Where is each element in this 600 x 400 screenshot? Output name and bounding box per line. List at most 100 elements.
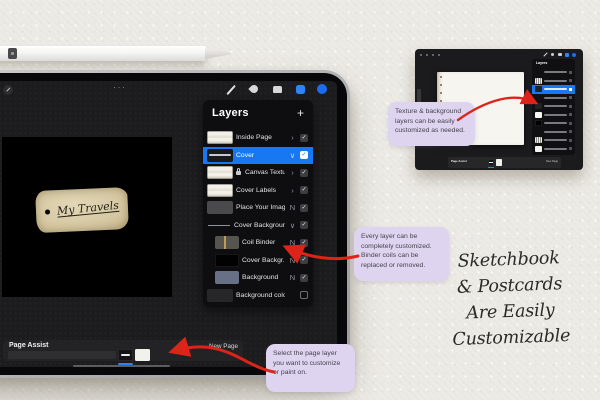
home-indicator[interactable] xyxy=(73,365,170,367)
layer-visibility-checkbox[interactable]: ✓ xyxy=(300,151,308,159)
layer-label: Canvas Texture xyxy=(245,169,285,176)
layer-thumbnail xyxy=(215,271,239,284)
layer-thumbnail xyxy=(215,236,239,249)
page-thumbnail-selected[interactable] xyxy=(118,349,133,361)
page-filmstrip[interactable] xyxy=(8,351,116,359)
layer-visibility-checkbox[interactable]: ✓ xyxy=(300,134,308,142)
smudge-tool-icon[interactable] xyxy=(248,83,259,94)
multitask-indicator-icon[interactable]: ··· xyxy=(113,82,127,92)
headline-line-4: Customizable xyxy=(429,322,594,354)
layer-thumbnail xyxy=(215,254,239,267)
brush-tool-icon[interactable] xyxy=(226,85,235,95)
mini-layer-row xyxy=(532,128,575,137)
layers-button-icon[interactable] xyxy=(296,85,305,94)
layer-label: Cover Backgr... xyxy=(242,257,285,264)
mini-toolbar-icon xyxy=(432,54,434,56)
mini-layer-row xyxy=(532,119,575,128)
eraser-tool-icon[interactable] xyxy=(273,86,282,93)
layer-thumbnail xyxy=(207,289,233,302)
annotation-texture-note: Texture & background layers can be easil… xyxy=(388,102,475,146)
layer-label: Place Your Imag... xyxy=(236,204,285,211)
layer-visibility-checkbox[interactable]: ✓ xyxy=(300,204,308,212)
poster-background: ··· My Travels Layers + xyxy=(0,0,600,400)
mini-toolbar-icon xyxy=(426,54,428,56)
layer-visibility-checkbox[interactable]: ✓ xyxy=(300,221,308,229)
layer-row-cover-selected[interactable]: Cover ∨ ✓ xyxy=(203,147,313,165)
layer-thumbnail xyxy=(207,149,233,162)
layer-thumbnail xyxy=(207,219,231,232)
mini-layer-row xyxy=(532,94,575,103)
apple-pencil-tip xyxy=(205,48,231,59)
layer-visibility-checkbox-unchecked[interactable] xyxy=(300,291,308,299)
mini-layer-row xyxy=(532,68,575,77)
layer-thumbnail xyxy=(207,184,233,197)
layer-visibility-checkbox[interactable]: ✓ xyxy=(300,256,308,264)
layers-panel: Layers + Inside Page › ✓ Cover xyxy=(203,100,313,307)
layer-visibility-checkbox[interactable]: ✓ xyxy=(300,169,308,177)
mini-layer-row xyxy=(532,77,575,86)
mini-page-thumbnail-selected xyxy=(488,159,494,166)
page-thumbnail[interactable] xyxy=(135,349,150,361)
lock-icon xyxy=(236,171,241,175)
layer-label: Cover Background xyxy=(234,222,285,229)
mini-page-assist-bar: Page Assist New Page xyxy=(448,157,561,168)
layer-row-background-color[interactable]: Background color xyxy=(203,287,313,305)
ipad-device: ··· My Travels Layers + xyxy=(0,70,350,378)
layer-thumbnail xyxy=(207,201,233,214)
headline-script-text: Sketchbook & Postcards Are Easily Custom… xyxy=(426,244,594,354)
mini-new-page-label: New Page xyxy=(546,160,558,163)
mini-page-thumbnail xyxy=(496,159,502,166)
annotation-layers-note: Every layer can be completely customized… xyxy=(354,227,449,281)
mini-layers-title: Layers xyxy=(536,61,547,65)
layers-panel-header: Layers + xyxy=(203,100,313,123)
chevron-right-icon: › xyxy=(288,168,297,177)
layer-label: Inside Page xyxy=(236,134,285,141)
layer-label: Cover Labels xyxy=(236,187,285,194)
layer-visibility-checkbox[interactable]: ✓ xyxy=(300,274,308,282)
page-assist-title: Page Assist xyxy=(9,342,48,349)
sidebar-tool-icon[interactable] xyxy=(3,85,13,95)
chevron-right-icon: › xyxy=(288,133,297,142)
mini-layer-row-selected xyxy=(532,85,575,94)
layer-row-cover-labels[interactable]: Cover Labels › ✓ xyxy=(203,182,313,200)
layer-label: Coil Binder xyxy=(242,239,285,246)
coil-dot xyxy=(440,76,442,78)
layer-row-cover-background-layer[interactable]: Cover Backgr... N ✓ xyxy=(203,252,313,270)
mini-layers-panel: Layers xyxy=(532,59,575,155)
layer-row-canvas-texture[interactable]: Canvas Texture › ✓ xyxy=(203,164,313,182)
mini-layer-row-paper xyxy=(532,111,575,120)
mini-toolbar-icon xyxy=(420,54,422,56)
mini-layers-list xyxy=(532,68,575,153)
travel-tag-artwork: My Travels xyxy=(35,187,129,233)
apple-pencil-clip xyxy=(8,48,17,59)
apple-pencil-body xyxy=(0,46,206,61)
layers-panel-title: Layers xyxy=(212,107,249,119)
blend-mode-normal[interactable]: N xyxy=(288,238,297,247)
mini-eraser-icon xyxy=(558,53,562,56)
tag-text: My Travels xyxy=(49,198,126,218)
new-page-button[interactable]: New Page xyxy=(209,343,238,350)
chevron-down-icon: ∨ xyxy=(288,151,297,160)
ipad-bezel: ··· My Travels Layers + xyxy=(0,73,347,375)
layer-row-cover-background-group[interactable]: Cover Background ∨ ✓ xyxy=(203,217,313,235)
mini-color-icon xyxy=(572,53,576,57)
layer-row-coil-binder[interactable]: Coil Binder N ✓ xyxy=(203,234,313,252)
mini-toolbar-icon xyxy=(438,54,440,56)
layer-row-background[interactable]: Background N ✓ xyxy=(203,269,313,287)
mini-sidebar xyxy=(417,89,421,103)
tag-hole xyxy=(45,209,50,214)
blend-mode-normal[interactable]: N xyxy=(288,256,297,265)
layer-visibility-checkbox[interactable]: ✓ xyxy=(300,239,308,247)
blend-mode-normal[interactable]: N xyxy=(288,203,297,212)
layer-row-inside-page[interactable]: Inside Page › ✓ xyxy=(203,129,313,147)
page-assist-bar: Page Assist New Page xyxy=(3,340,243,361)
chevron-right-icon: › xyxy=(288,186,297,195)
procreate-screen: ··· My Travels Layers + xyxy=(0,81,337,367)
layer-label: Cover xyxy=(236,152,285,159)
blend-mode-normal[interactable]: N xyxy=(288,273,297,282)
color-swatch-icon[interactable] xyxy=(317,84,327,94)
layer-visibility-checkbox[interactable]: ✓ xyxy=(300,186,308,194)
layer-row-place-your-image[interactable]: Place Your Imag... N ✓ xyxy=(203,199,313,217)
add-layer-button[interactable]: + xyxy=(297,108,304,118)
layer-thumbnail xyxy=(207,131,233,144)
